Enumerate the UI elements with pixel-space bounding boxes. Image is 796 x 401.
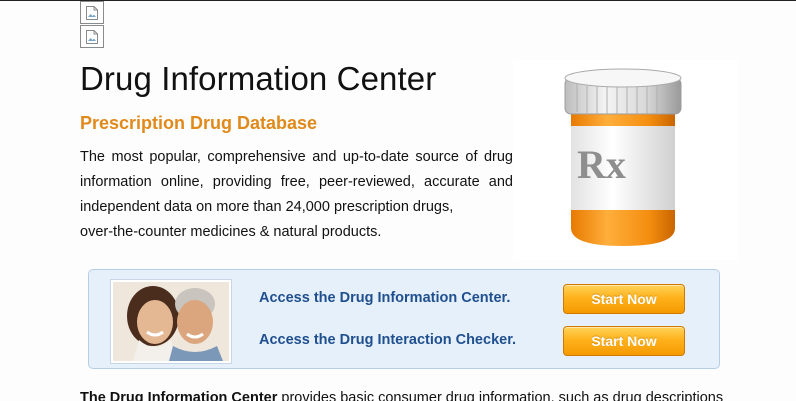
page-subtitle: Prescription Drug Database [80, 113, 318, 133]
description-line: independent data on more than 24,000 pre… [80, 199, 454, 215]
body-paragraph: The Drug Information Center provides bas… [80, 390, 723, 401]
description-line: over-the-counter medicines & natural pro… [80, 224, 382, 240]
broken-image-icon [80, 25, 104, 48]
drug-information-center-link[interactable]: Access the Drug Information Center. [259, 290, 510, 306]
body-paragraph-lead: The Drug Information Center [80, 390, 278, 401]
svg-text:Rx: Rx [577, 142, 626, 187]
broken-image-icon [80, 1, 104, 24]
drug-interaction-checker-link[interactable]: Access the Drug Interaction Checker. [259, 332, 516, 348]
promo-panel: Access the Drug Information Center. Star… [88, 269, 720, 369]
intro-description: The most popular, comprehensive and up-t… [80, 145, 513, 245]
couple-photo [111, 280, 231, 363]
start-now-button-interaction-checker[interactable]: Start Now [563, 326, 685, 356]
description-line: The most popular, comprehensive and up-t… [80, 149, 513, 165]
top-border [0, 0, 796, 1]
rx-bottle-image: Rx [513, 60, 738, 260]
start-now-button-info-center[interactable]: Start Now [563, 284, 685, 314]
body-paragraph-rest: provides basic consumer drug information… [277, 390, 724, 401]
description-line: information online, providing free, peer… [80, 174, 513, 190]
page-title: Drug Information Center [80, 60, 437, 97]
